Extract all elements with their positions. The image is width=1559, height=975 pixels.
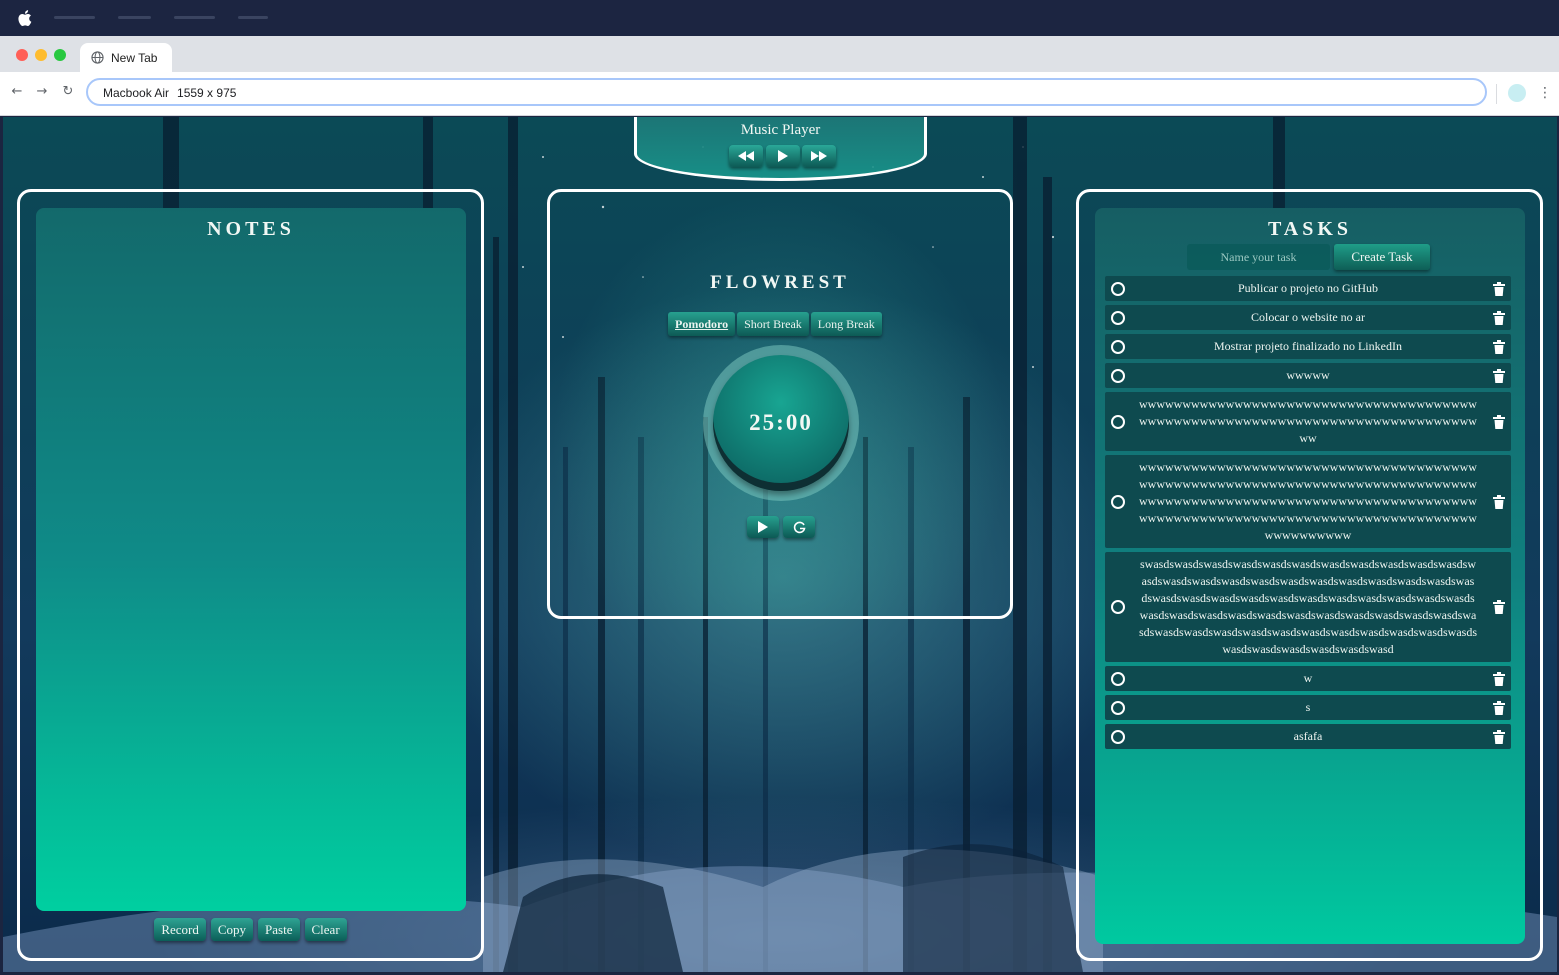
trash-icon[interactable] — [1493, 700, 1505, 715]
reload-icon[interactable]: ↻ — [60, 84, 76, 100]
task-text: asfafa — [1293, 729, 1323, 743]
tab-short-break[interactable]: Short Break — [737, 312, 809, 336]
trash-icon[interactable] — [1493, 339, 1505, 354]
notes-textarea[interactable]: NOTES — [36, 208, 466, 911]
task-item[interactable]: wwwww — [1105, 363, 1511, 388]
timer-ring: 25:00 — [703, 345, 859, 501]
task-item[interactable]: Mostrar projeto finalizado no LinkedIn — [1105, 334, 1511, 359]
trash-icon[interactable] — [1493, 671, 1505, 686]
task-text: wwwwwwwwwwwwwwwwwwwwwwwwwwwwwwwwwwwwwwww… — [1139, 460, 1477, 542]
rewind-button[interactable] — [729, 145, 763, 167]
music-play-button[interactable] — [766, 145, 800, 167]
browser-tab[interactable]: New Tab — [80, 43, 172, 73]
task-complete-checkbox[interactable] — [1111, 729, 1125, 744]
trash-icon[interactable] — [1493, 494, 1505, 509]
task-complete-checkbox[interactable] — [1111, 671, 1125, 686]
fast-forward-icon — [811, 151, 827, 161]
menu-item-placeholder[interactable] — [118, 16, 151, 19]
task-text: wwwww — [1286, 368, 1330, 382]
rewind-icon — [738, 151, 754, 161]
reset-timer-button[interactable] — [783, 516, 815, 538]
clear-button[interactable]: Clear — [304, 918, 347, 941]
task-item[interactable]: wwwwwwwwwwwwwwwwwwwwwwwwwwwwwwwwwwwwwwww… — [1105, 455, 1511, 548]
os-menu-bar — [0, 0, 1559, 36]
task-text: Mostrar projeto finalizado no LinkedIn — [1214, 339, 1402, 353]
notes-title: NOTES — [207, 218, 295, 240]
task-text: Publicar o projeto no GitHub — [1238, 281, 1378, 295]
globe-icon — [91, 51, 104, 64]
task-item[interactable]: w — [1105, 666, 1511, 691]
notes-toolbar: Record Copy Paste Clear — [20, 918, 481, 941]
app-title: FLOWREST — [710, 272, 850, 293]
task-complete-checkbox[interactable] — [1111, 414, 1125, 429]
music-player: Music Player — [634, 117, 927, 181]
profile-avatar[interactable] — [1508, 84, 1526, 102]
task-list: Publicar o projeto no GitHub Colocar o we… — [1105, 276, 1511, 753]
copy-button[interactable]: Copy — [210, 918, 254, 941]
timer-mode-tabs: Pomodoro Short Break Long Break — [668, 312, 882, 336]
address-text: Macbook Air — [103, 86, 170, 100]
task-complete-checkbox[interactable] — [1111, 281, 1125, 296]
close-window-button[interactable] — [16, 49, 28, 61]
apple-logo-icon[interactable] — [16, 9, 32, 27]
task-item[interactable]: swasdswasdswasdswasdswasdswasdswasdswasd… — [1105, 552, 1511, 662]
menu-item-placeholder[interactable] — [238, 16, 268, 19]
menu-item-placeholder[interactable] — [174, 16, 215, 19]
tasks-title: TASKS — [1267, 218, 1353, 240]
browser-chrome: New Tab ← → ↻ Macbook Air 1559 x 975 ⋮ — [0, 36, 1559, 116]
tab-title: New Tab — [111, 51, 158, 65]
task-text: wwwwwwwwwwwwwwwwwwwwwwwwwwwwwwwwwwwwwwww… — [1139, 397, 1477, 445]
forward-icon[interactable]: → — [34, 84, 50, 100]
play-icon — [778, 150, 788, 162]
trash-icon[interactable] — [1493, 600, 1505, 614]
task-item[interactable]: wwwwwwwwwwwwwwwwwwwwwwwwwwwwwwwwwwwwwwww… — [1105, 392, 1511, 451]
maximize-window-button[interactable] — [54, 49, 66, 61]
back-icon[interactable]: ← — [9, 84, 25, 100]
start-timer-button[interactable] — [747, 516, 779, 538]
address-dimensions: 1559 x 975 — [177, 86, 237, 100]
menu-item-placeholder[interactable] — [54, 16, 95, 19]
task-complete-checkbox[interactable] — [1111, 310, 1125, 325]
trash-icon[interactable] — [1493, 414, 1505, 429]
task-complete-checkbox[interactable] — [1111, 368, 1125, 383]
timer-panel: FLOWREST Pomodoro Short Break Long Break… — [547, 189, 1013, 619]
task-item[interactable]: Publicar o projeto no GitHub — [1105, 276, 1511, 301]
task-text: s — [1305, 700, 1311, 714]
trash-icon[interactable] — [1493, 310, 1505, 325]
tasks-panel: TASKS Name your task Create Task Publica… — [1076, 189, 1543, 961]
music-player-title: Music Player — [740, 122, 821, 138]
task-complete-checkbox[interactable] — [1111, 494, 1125, 509]
task-item[interactable]: Colocar o website no ar — [1105, 305, 1511, 330]
task-text: Colocar o website no ar — [1251, 310, 1365, 324]
trash-icon[interactable] — [1493, 729, 1505, 744]
reset-icon — [793, 521, 806, 533]
tasks-container: TASKS Name your task Create Task Publica… — [1095, 208, 1525, 944]
play-icon — [758, 521, 768, 533]
timer-display: 25:00 — [749, 410, 813, 435]
toolbar-divider — [1496, 84, 1497, 104]
trash-icon[interactable] — [1493, 281, 1505, 296]
tab-long-break[interactable]: Long Break — [810, 312, 882, 336]
task-item[interactable]: s — [1105, 695, 1511, 720]
more-menu-icon[interactable]: ⋮ — [1538, 83, 1552, 103]
task-item[interactable]: asfafa — [1105, 724, 1511, 749]
address-bar[interactable]: Macbook Air 1559 x 975 — [86, 78, 1487, 106]
fast-forward-button[interactable] — [802, 145, 836, 167]
timer-dial: 25:00 — [713, 355, 849, 491]
task-text: swasdswasdswasdswasdswasdswasdswasdswasd… — [1139, 557, 1477, 656]
tab-pomodoro[interactable]: Pomodoro — [668, 312, 736, 336]
trash-icon[interactable] — [1493, 368, 1505, 383]
minimize-window-button[interactable] — [35, 49, 47, 61]
task-complete-checkbox[interactable] — [1111, 600, 1125, 614]
task-complete-checkbox[interactable] — [1111, 700, 1125, 715]
record-button[interactable]: Record — [154, 918, 206, 941]
task-text: w — [1303, 671, 1313, 685]
paste-button[interactable]: Paste — [258, 918, 300, 941]
notes-panel: NOTES Record Copy Paste Clear — [17, 189, 484, 961]
create-task-button[interactable]: Create Task — [1334, 244, 1430, 270]
task-name-input[interactable]: Name your task — [1187, 244, 1330, 270]
browser-toolbar: ← → ↻ Macbook Air 1559 x 975 ⋮ — [0, 72, 1559, 116]
page-viewport: Music Player NOTES Record Copy Paste Cle… — [3, 117, 1557, 972]
task-complete-checkbox[interactable] — [1111, 339, 1125, 354]
